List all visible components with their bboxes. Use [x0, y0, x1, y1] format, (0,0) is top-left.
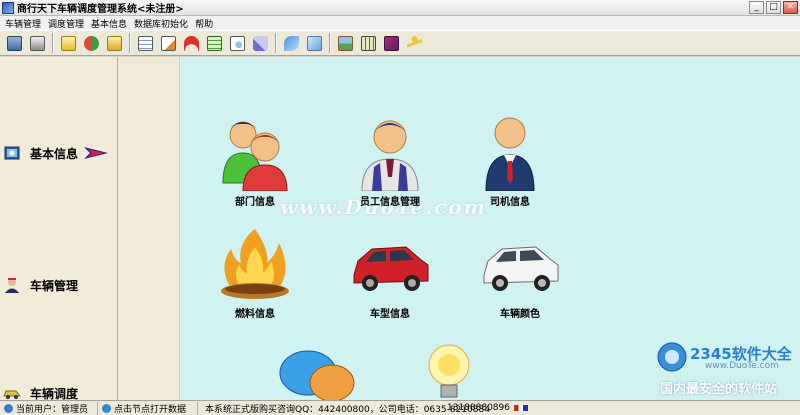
sidebar-item-vehicle-management[interactable]: 车辆管理	[0, 267, 118, 303]
white-car-icon	[483, 246, 559, 291]
tile-label: 车辆颜色	[500, 309, 540, 320]
picture-icon[interactable]	[334, 32, 356, 54]
info-icon	[102, 403, 111, 413]
department-people-icon	[222, 121, 288, 191]
toolbar-separator	[52, 33, 54, 53]
menu-bar: 车辆管理 调度管理 基本信息 数据库初始化 帮助	[0, 16, 800, 30]
printer-icon[interactable]	[26, 32, 48, 54]
exchange-icon[interactable]	[80, 32, 102, 54]
tile-label: 司机信息	[490, 197, 530, 208]
main-panel: www.DuoTe.com 部门信息 员工信息管理 司机信息 燃料信息 车型信息…	[180, 57, 800, 400]
tile-label: 员工信息管理	[360, 197, 420, 208]
copy-icon[interactable]	[303, 32, 325, 54]
computer-icon[interactable]	[3, 32, 25, 54]
tile-label: 车型信息	[370, 309, 410, 320]
window-controls: _ □ ✕	[749, 1, 798, 14]
status-mobile: 13188880896	[443, 402, 543, 415]
toolbar-separator	[129, 33, 131, 53]
status-purchase-info: 本系统正式版购买咨询QQ：442400800，公司电话：0635-8210884	[205, 404, 490, 415]
tile-label: 燃料信息	[235, 309, 275, 320]
user-icon	[4, 403, 13, 413]
maximize-button[interactable]: □	[766, 1, 781, 14]
open-folder-icon[interactable]	[103, 32, 125, 54]
sidebar-item-label: 基本信息	[30, 146, 79, 161]
toolbar	[0, 30, 800, 56]
sidebar-item-basic-info[interactable]: 基本信息	[0, 135, 118, 171]
status-hint: 点击节点打开数据	[98, 401, 198, 415]
logo-sub-text: www.DuoTe.com	[705, 361, 779, 371]
tile-department-info[interactable]: 部门信息	[200, 115, 310, 245]
menu-basic-info[interactable]: 基本信息	[89, 17, 132, 30]
title-bar: 商行天下车辆调度管理系统<未注册> _ □ ✕	[0, 0, 800, 16]
toolbar-separator	[275, 33, 277, 53]
app-icon	[2, 1, 14, 14]
corner-logo: 2345软件大全 www.DuoTe.com 国内最安全的软件站	[650, 341, 798, 399]
calculator-icon[interactable]	[357, 32, 379, 54]
menu-dispatch-management[interactable]: 调度管理	[46, 17, 89, 30]
arrow-right-icon	[84, 147, 108, 159]
fuel-fire-icon	[221, 229, 289, 299]
menu-help[interactable]: 帮助	[193, 17, 218, 30]
chat-bubbles-icon[interactable]	[278, 347, 358, 400]
sidebar: 基本信息 车辆管理 车辆调度	[0, 57, 118, 401]
toolbar-separator	[329, 33, 331, 53]
tile-driver-info[interactable]: 司机信息	[455, 115, 565, 245]
close-button[interactable]: ✕	[783, 1, 798, 14]
folder-icon[interactable]	[57, 32, 79, 54]
umbrella-icon[interactable]	[180, 32, 202, 54]
status-current-user: 当前用户：管理员	[0, 401, 98, 415]
logo-tagline: 国内最安全的软件站	[660, 382, 778, 397]
status-bar: 当前用户：管理员 点击节点打开数据 本系统正式版购买咨询QQ：442400800…	[0, 400, 800, 415]
scissors-icon[interactable]	[280, 32, 302, 54]
tile-vehicle-color[interactable]: 车辆颜色	[465, 227, 575, 357]
tile-vehicle-type-info[interactable]: 车型信息	[335, 227, 445, 357]
search-doc-icon[interactable]	[226, 32, 248, 54]
vehicle-management-icon	[5, 278, 19, 293]
brush-icon[interactable]	[249, 32, 271, 54]
ledger-icon[interactable]	[203, 32, 225, 54]
tile-label: 部门信息	[235, 197, 275, 208]
minimize-button[interactable]: _	[749, 1, 764, 14]
notepad-icon[interactable]	[134, 32, 156, 54]
lightbulb-icon[interactable]	[426, 343, 472, 400]
sidebar-splitter	[118, 57, 180, 400]
basic-info-icon	[4, 146, 20, 160]
red-car-icon	[353, 246, 429, 291]
help-book-icon[interactable]	[380, 32, 402, 54]
exit-runner-icon[interactable]	[403, 32, 425, 54]
sidebar-item-label: 车辆调度	[30, 386, 79, 401]
tile-employee-info[interactable]: 员工信息管理	[335, 115, 445, 245]
menu-database-init[interactable]: 数据库初始化	[132, 17, 193, 30]
window-title: 商行天下车辆调度管理系统<未注册>	[17, 4, 184, 15]
site-logo-icon	[657, 342, 687, 372]
flag-icon	[514, 405, 528, 411]
tile-fuel-info[interactable]: 燃料信息	[200, 227, 310, 357]
menu-vehicle-management[interactable]: 车辆管理	[3, 17, 46, 30]
driver-person-icon	[485, 117, 535, 191]
sidebar-item-label: 车辆管理	[30, 278, 79, 293]
edit-icon[interactable]	[157, 32, 179, 54]
employee-person-icon	[361, 120, 419, 191]
